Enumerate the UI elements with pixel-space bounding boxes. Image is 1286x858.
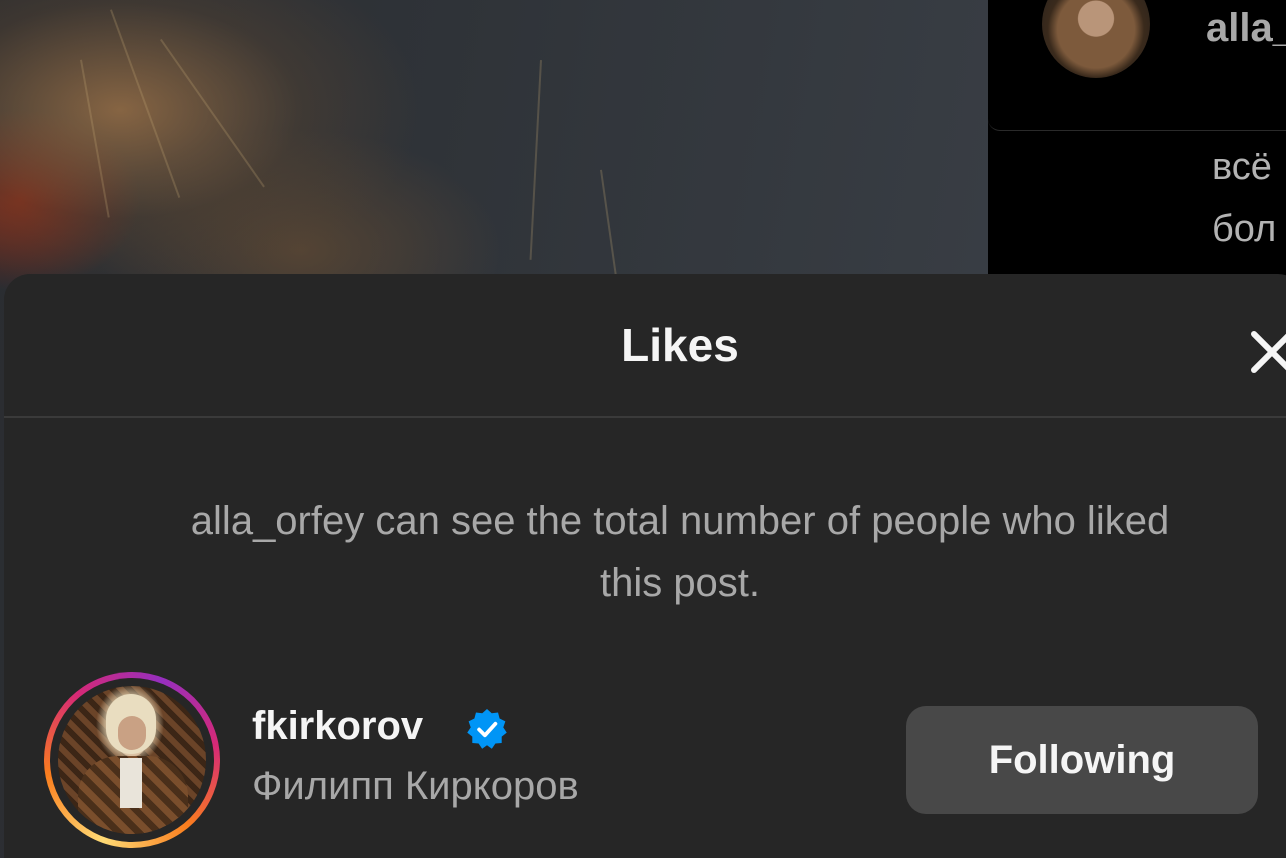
following-button[interactable]: Following (906, 706, 1258, 814)
author-avatar[interactable] (1042, 0, 1150, 78)
photo-hair-strand (529, 60, 542, 260)
comment-text-line: всё (1212, 146, 1272, 188)
modal-divider (4, 416, 1286, 418)
instagram-post-view: alla_ всё бол Likes alla_orfey can see t… (0, 0, 1286, 858)
notice-line-2: this post. (599, 561, 761, 605)
photo-hair-strand (600, 169, 619, 289)
photo-hair-strand (160, 38, 265, 188)
comments-header: alla_ (988, 0, 1286, 131)
avatar-shirt (120, 758, 142, 808)
photo-hair-strand (110, 9, 181, 198)
liker-full-name: Филипп Киркоров (252, 764, 579, 808)
story-ring[interactable] (44, 672, 220, 848)
modal-title: Likes (621, 319, 739, 371)
notice-line-1: alla_orfey can see the total number of p… (190, 499, 1170, 543)
verified-badge-icon (467, 709, 507, 749)
close-button[interactable] (1242, 322, 1286, 382)
avatar[interactable] (58, 686, 206, 834)
liker-username[interactable]: fkirkorov (252, 704, 423, 749)
photo-hair-strand (80, 59, 110, 218)
author-username[interactable]: alla_ (1206, 6, 1286, 51)
comment-text-line: бол (1212, 208, 1277, 250)
liker-row[interactable]: fkirkorov Филипп Киркоров Following (44, 672, 1274, 852)
close-icon (1251, 331, 1286, 373)
likes-modal: Likes alla_orfey can see the total numbe… (4, 274, 1286, 858)
avatar-face (118, 716, 146, 750)
likes-privacy-notice: alla_orfey can see the total number of p… (4, 490, 1286, 614)
